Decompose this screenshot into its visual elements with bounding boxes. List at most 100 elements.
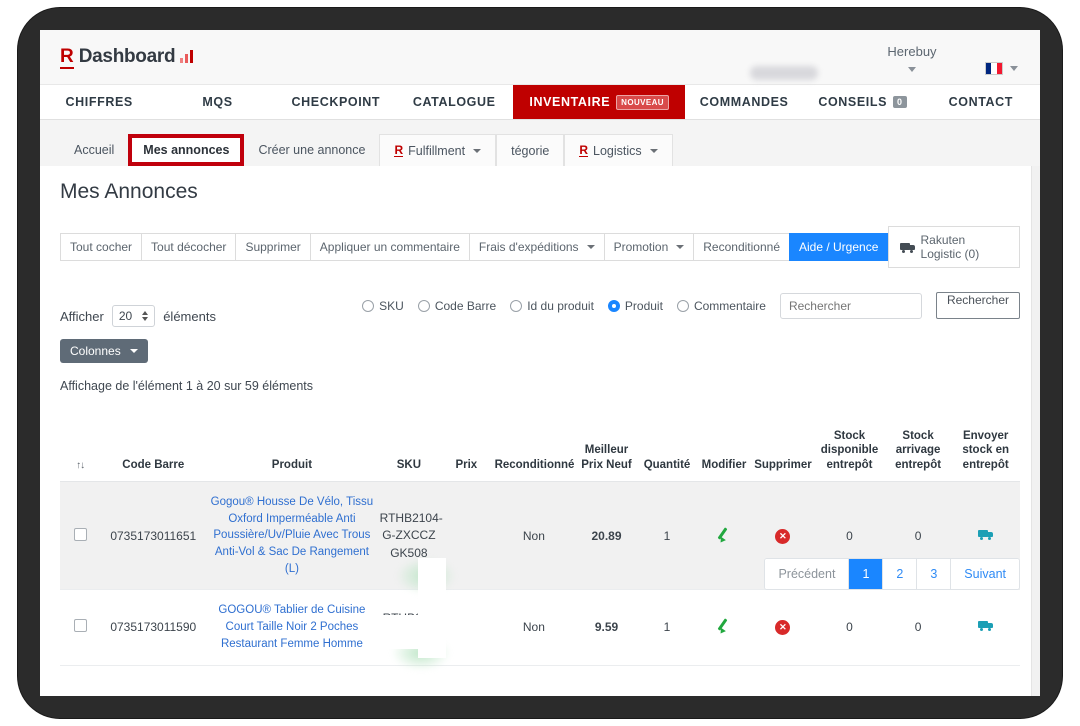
row-checkbox-cell — [60, 590, 100, 665]
pagination-label: Précédent — [778, 567, 835, 581]
radio-produit[interactable]: Produit — [608, 299, 663, 313]
cell-sku: RTHB2104-G-ZXCCZ GK508 — [378, 482, 441, 590]
cell-prix — [440, 590, 492, 665]
cell-reconditionne: Non — [493, 482, 576, 590]
radio-icon — [362, 300, 374, 312]
colonnes-dropdown[interactable]: Colonnes — [60, 339, 148, 363]
button-label: Promotion — [614, 240, 669, 254]
column-header-code-barre[interactable]: Code Barre — [100, 425, 206, 482]
search-button[interactable]: Rechercher — [936, 292, 1020, 319]
main-navigation: CHIFFRES MQS CHECKPOINT CATALOGUE INVENT… — [40, 85, 1040, 120]
product-link[interactable]: GOGOU® Tablier de Cuisine Court Taille N… — [208, 602, 375, 652]
frais-expeditions-dropdown[interactable]: Frais d'expéditions — [469, 233, 604, 261]
radio-commentaire[interactable]: Commentaire — [677, 299, 766, 313]
nav-item-commandes[interactable]: COMMANDES — [685, 85, 803, 119]
button-label: Colonnes — [70, 344, 121, 358]
column-header-sku[interactable]: SKU — [378, 425, 441, 482]
rakuten-logistic-button[interactable]: Rakuten Logistic (0) — [888, 226, 1020, 268]
search-input[interactable] — [780, 293, 922, 319]
appliquer-commentaire-button[interactable]: Appliquer un commentaire — [310, 233, 469, 261]
rakuten-r-icon: R — [579, 144, 588, 157]
column-header-quantite[interactable]: Quantité — [638, 425, 696, 482]
nav-item-inventaire[interactable]: INVENTAIRE NOUVEAU — [513, 85, 685, 119]
truck-icon[interactable] — [978, 529, 994, 540]
column-header-sort[interactable]: ↑↓ — [60, 425, 100, 482]
radio-id-du-produit[interactable]: Id du produit — [510, 299, 594, 313]
delete-circle-icon[interactable]: ✕ — [775, 529, 790, 544]
tab-label: Mes annonces — [143, 143, 229, 157]
radio-icon — [510, 300, 522, 312]
cell-meilleur-prix-neuf: 20.89 — [575, 482, 638, 590]
bar-chart-icon — [180, 49, 196, 63]
browser-viewport: R Dashboard Herebuy CHIFFRES MQS CHECKPO… — [40, 30, 1040, 696]
tout-cocher-button[interactable]: Tout cocher — [60, 233, 141, 261]
column-header-stock-arrivage: Stock arrivage entrepôt — [885, 425, 952, 482]
nav-label: MQS — [202, 95, 232, 109]
user-menu[interactable]: Herebuy — [872, 44, 952, 77]
bulk-action-group: Tout cocher Tout décocher Supprimer Appl… — [60, 233, 888, 261]
nav-item-conseils[interactable]: CONSEILS 0 — [803, 85, 921, 119]
column-header-reconditionne[interactable]: Reconditionné — [493, 425, 576, 482]
reconditionne-button[interactable]: Reconditionné — [693, 233, 789, 261]
chevron-down-icon — [676, 245, 684, 249]
redacted-account-label — [750, 66, 818, 80]
nav-item-catalogue[interactable]: CATALOGUE — [395, 85, 513, 119]
language-selector[interactable] — [985, 62, 1018, 75]
aide-urgence-button[interactable]: Aide / Urgence — [789, 233, 888, 261]
nav-item-contact[interactable]: CONTACT — [922, 85, 1040, 119]
pagination-next[interactable]: Suivant — [951, 559, 1019, 589]
tab-accueil[interactable]: Accueil — [60, 134, 128, 166]
tab-mes-annonces[interactable]: Mes annonces — [128, 134, 244, 166]
button-label: Tout cocher — [70, 240, 132, 254]
truck-icon[interactable] — [978, 620, 994, 631]
tab-logistics[interactable]: R Logistics — [564, 134, 672, 166]
pagination-label: 3 — [930, 567, 937, 581]
cell-modifier — [696, 482, 751, 590]
radio-sku[interactable]: SKU — [362, 299, 404, 313]
vertical-scrollbar[interactable] — [1031, 166, 1040, 696]
nav-label: CHECKPOINT — [292, 95, 381, 109]
cell-meilleur-prix-neuf: 9.59 — [575, 590, 638, 665]
column-header-envoyer-stock: Envoyer stock en entrepôt — [951, 425, 1020, 482]
column-header-meilleur-prix-neuf[interactable]: Meilleur Prix Neuf — [575, 425, 638, 482]
pagination-page-2[interactable]: 2 — [883, 559, 917, 589]
tab-creer-une-annonce[interactable]: Créer une annonce — [244, 134, 379, 166]
radio-icon — [677, 300, 689, 312]
pencil-icon[interactable] — [716, 527, 731, 542]
nav-label: COMMANDES — [700, 95, 789, 109]
conseils-count-badge: 0 — [893, 96, 907, 108]
promotion-dropdown[interactable]: Promotion — [604, 233, 694, 261]
table-header-row: ↑↓ Code Barre Produit SKU Prix Reconditi… — [60, 425, 1020, 482]
tab-categorie[interactable]: tégorie — [496, 134, 564, 166]
row-checkbox[interactable] — [74, 528, 87, 541]
tab-label: Fulfillment — [408, 144, 465, 158]
nav-item-chiffres[interactable]: CHIFFRES — [40, 85, 158, 119]
nav-item-mqs[interactable]: MQS — [158, 85, 276, 119]
delete-circle-icon[interactable]: ✕ — [775, 620, 790, 635]
tab-label: Accueil — [74, 143, 114, 157]
pagination-page-3[interactable]: 3 — [917, 559, 951, 589]
product-link[interactable]: Gogou® Housse De Vélo, Tissu Oxford Impe… — [208, 494, 375, 577]
sort-icon: ↑↓ — [76, 460, 84, 471]
supprimer-button[interactable]: Supprimer — [235, 233, 309, 261]
tab-fulfillment[interactable]: R Fulfillment — [379, 134, 496, 166]
cell-quantite: 1 — [638, 590, 696, 665]
radio-code-barre[interactable]: Code Barre — [418, 299, 496, 313]
pagination-prev[interactable]: Précédent — [765, 559, 849, 589]
radio-icon-selected — [608, 300, 620, 312]
column-header-produit[interactable]: Produit — [206, 425, 377, 482]
pagination-page-1[interactable]: 1 — [849, 559, 883, 589]
brand-logo[interactable]: R Dashboard — [60, 46, 196, 69]
chevron-down-icon — [908, 67, 916, 72]
sub-tab-bar: Accueil Mes annonces Créer une annonce R… — [40, 120, 1040, 166]
row-checkbox[interactable] — [74, 619, 87, 632]
pagination-label: 1 — [862, 567, 869, 581]
pencil-icon[interactable] — [716, 618, 731, 633]
page-content: Mes Annonces Tout cocher Tout décocher S… — [40, 166, 1040, 696]
tab-label: tégorie — [511, 144, 549, 158]
chevron-down-icon — [650, 149, 658, 153]
page-size-stepper[interactable]: 20 — [112, 305, 155, 327]
nav-item-checkpoint[interactable]: CHECKPOINT — [277, 85, 395, 119]
tout-decocher-button[interactable]: Tout décocher — [141, 233, 235, 261]
column-header-prix[interactable]: Prix — [440, 425, 492, 482]
